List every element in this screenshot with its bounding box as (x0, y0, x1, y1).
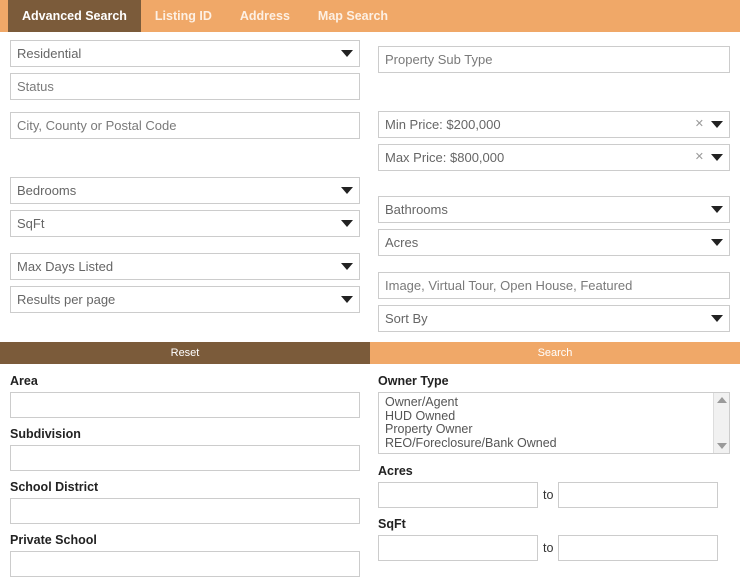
close-icon[interactable]: ✕ (695, 152, 704, 163)
search-button-label: Search (537, 347, 573, 359)
sqft-range-row: to (378, 535, 730, 561)
bathrooms-value: Bathrooms (385, 202, 448, 217)
advanced-search-form: Residential Status City, County or Posta… (0, 32, 740, 338)
results-per-page-value: Results per page (17, 292, 116, 307)
search-form-right-column: Property Sub Type Min Price: $200,000 ✕ … (370, 40, 740, 338)
chevron-down-icon (341, 296, 353, 303)
private-school-input[interactable] (10, 551, 360, 577)
tab-advanced-search-label: Advanced Search (22, 9, 127, 23)
scroll-up-arrow-icon[interactable] (716, 397, 727, 403)
search-button[interactable]: Search (370, 342, 740, 364)
max-price-value: Max Price: $800,000 (385, 150, 505, 165)
chevron-down-icon (341, 220, 353, 227)
acres-min-input[interactable] (378, 482, 538, 508)
chevron-down-icon (341, 187, 353, 194)
features-value: Image, Virtual Tour, Open House, Feature… (385, 278, 633, 293)
detail-right-column: Owner Type Owner/Agent HUD Owned Propert… (370, 374, 740, 586)
search-action-bar: Reset Search (0, 342, 740, 364)
sqft-range-separator: to (543, 541, 554, 555)
min-price-select[interactable]: Min Price: $200,000 ✕ (378, 111, 730, 138)
chevron-down-icon (711, 206, 723, 213)
list-item[interactable]: Owner/Agent (385, 395, 713, 410)
max-days-listed-value: Max Days Listed (17, 259, 114, 274)
left-gap-3 (10, 243, 360, 253)
max-days-listed-select[interactable]: Max Days Listed (10, 253, 360, 280)
acres-range-row: to (378, 482, 730, 508)
sort-by-select[interactable]: Sort By (378, 305, 730, 332)
acres-range-separator: to (543, 488, 554, 502)
tab-map-search-label: Map Search (317, 9, 389, 23)
property-sub-type-input[interactable]: Property Sub Type (378, 46, 730, 73)
property-type-value: Residential (17, 46, 82, 61)
sort-by-value: Sort By (385, 311, 428, 326)
bathrooms-select[interactable]: Bathrooms (378, 196, 730, 223)
tab-advanced-search[interactable]: Advanced Search (8, 0, 141, 32)
max-price-select[interactable]: Max Price: $800,000 ✕ (378, 144, 730, 171)
chevron-down-icon (711, 121, 723, 128)
list-item[interactable]: HUD Owned (385, 409, 713, 424)
sqft-min-input[interactable] (378, 535, 538, 561)
status-input[interactable]: Status (10, 73, 360, 100)
subdivision-label: Subdivision (10, 427, 81, 441)
sqft-select[interactable]: SqFt (10, 210, 360, 237)
chevron-down-icon (341, 263, 353, 270)
acres-value: Acres (385, 235, 419, 250)
tab-map-search[interactable]: Map Search (304, 0, 402, 32)
chevron-down-icon (711, 154, 723, 161)
features-input[interactable]: Image, Virtual Tour, Open House, Feature… (378, 272, 730, 299)
list-item[interactable]: REO/Foreclosure/Bank Owned (385, 436, 713, 451)
private-school-label: Private School (10, 533, 97, 547)
chevron-down-icon (341, 50, 353, 57)
area-label: Area (10, 374, 38, 388)
reset-button-label: Reset (170, 347, 200, 359)
property-sub-type-value: Property Sub Type (385, 52, 493, 67)
bedrooms-value: Bedrooms (17, 183, 77, 198)
chevron-down-icon (711, 315, 723, 322)
sqft-max-input[interactable] (558, 535, 719, 561)
tab-address[interactable]: Address (226, 0, 304, 32)
status-value: Status (17, 79, 54, 94)
subdivision-input[interactable] (10, 445, 360, 471)
location-value: City, County or Postal Code (17, 118, 177, 133)
min-price-value: Min Price: $200,000 (385, 117, 501, 132)
owner-type-options: Owner/Agent HUD Owned Property Owner REO… (379, 393, 713, 453)
acres-max-input[interactable] (558, 482, 719, 508)
right-gap-2 (378, 177, 730, 196)
right-gap-3 (378, 262, 730, 272)
school-district-label: School District (10, 480, 99, 494)
owner-type-listbox[interactable]: Owner/Agent HUD Owned Property Owner REO… (378, 392, 730, 454)
owner-type-label: Owner Type (378, 374, 449, 388)
left-gap-2 (10, 145, 360, 177)
acres-select[interactable]: Acres (378, 229, 730, 256)
scroll-down-arrow-icon[interactable] (716, 443, 727, 449)
search-tab-bar: Advanced Search Listing ID Address Map S… (0, 0, 740, 32)
list-item[interactable]: Property Owner (385, 422, 713, 437)
school-district-input[interactable] (10, 498, 360, 524)
area-input[interactable] (10, 392, 360, 418)
detail-filters-section: Area Subdivision School District Private… (0, 364, 740, 586)
detail-left-column: Area Subdivision School District Private… (0, 374, 370, 586)
sqft-range-label: SqFt (378, 517, 406, 531)
right-gap-1 (378, 79, 730, 111)
reset-button[interactable]: Reset (0, 342, 370, 364)
location-input[interactable]: City, County or Postal Code (10, 112, 360, 139)
tab-listing-id-label: Listing ID (154, 9, 212, 23)
close-icon[interactable]: ✕ (695, 119, 704, 130)
tab-address-label: Address (239, 9, 290, 23)
owner-type-scrollbar[interactable] (713, 393, 729, 453)
bedrooms-select[interactable]: Bedrooms (10, 177, 360, 204)
results-per-page-select[interactable]: Results per page (10, 286, 360, 313)
tab-listing-id[interactable]: Listing ID (141, 0, 226, 32)
chevron-down-icon (711, 239, 723, 246)
search-form-left-column: Residential Status City, County or Posta… (0, 40, 370, 338)
property-type-select[interactable]: Residential (10, 40, 360, 67)
sqft-value: SqFt (17, 216, 45, 231)
acres-range-label: Acres (378, 464, 413, 478)
